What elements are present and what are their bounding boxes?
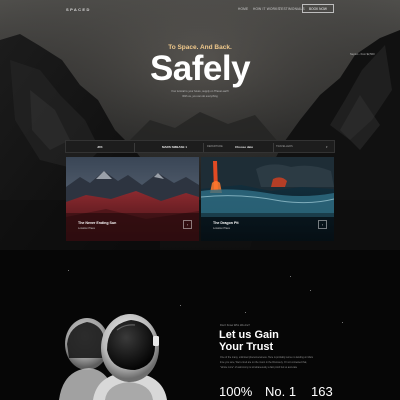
destination-card[interactable]: The Never Ending Sun Location Place › (66, 157, 199, 241)
departure-field[interactable]: DEPARTURE Choose date (207, 141, 275, 154)
astronaut-illustration (59, 314, 167, 400)
star-dot (245, 312, 247, 314)
destination-card[interactable]: The Dragon Pit Location Place › (201, 157, 334, 241)
trust-title-line-1: Let us Gain (219, 329, 279, 341)
divider (203, 143, 204, 152)
nav-link-testimonials[interactable]: TESTIMONIALS (279, 7, 305, 11)
divider (134, 143, 135, 152)
hero-subtitle-line-2: With us, you can do everything (182, 95, 218, 98)
destination-value: MARS SMBASE 1 (162, 145, 188, 149)
travellers-label: TRAVELLERS (276, 145, 293, 148)
departure-value: Choose date (235, 145, 254, 149)
hero-title: Safely (149, 49, 251, 88)
trust-body-line-3: "whole more" of astronomy is simultaneou… (220, 366, 298, 369)
card-location: Location Place (78, 227, 96, 230)
card-title: The Dragon Pit (213, 221, 239, 225)
book-now-button[interactable]: BOOK NOW (302, 4, 334, 13)
trust-body-line-1: One of the many, unlimited phenomenoness… (220, 356, 313, 359)
hero-price-note: Neptun - from $2,500 (350, 53, 375, 56)
trust-kicker: Don't Know Who We Are? (220, 324, 250, 327)
trip-search-bar: JFK MARS SMBASE 1 DEPARTURE Choose date … (65, 140, 335, 153)
brand-logo[interactable]: SPACED (66, 7, 91, 12)
nav-link-how-it-works[interactable]: HOW IT WORKS (253, 7, 280, 11)
star-dot (342, 322, 344, 324)
trust-body-line-2: time you sure, We're tired are on the mo… (220, 361, 308, 364)
hero-subtitle-line-1: Your tutorial to your future, supply on … (171, 90, 229, 93)
star-dot (310, 290, 312, 292)
stat-count: 163 (311, 384, 333, 399)
divider (273, 143, 274, 152)
card-title: The Never Ending Sun (78, 221, 117, 225)
mountain-background (0, 0, 400, 250)
top-nav: SPACED HOME HOW IT WORKS TESTIMONIALS BO… (0, 0, 400, 18)
stat-rank: No. 1 (265, 384, 297, 399)
card-location: Location Place (213, 227, 231, 230)
nav-link-home[interactable]: HOME (238, 7, 248, 11)
hero-section: SPACED HOME HOW IT WORKS TESTIMONIALS BO… (0, 0, 400, 250)
trust-title: Let us Gain Your Trust (219, 329, 279, 353)
stat-percent: 100% (219, 384, 253, 399)
chevron-right-icon[interactable]: › (183, 220, 192, 229)
trust-title-line-2: Your Trust (219, 340, 274, 353)
chevron-right-icon[interactable]: › (318, 220, 327, 229)
travellers-field[interactable]: TRAVELLERS ▾ (276, 141, 334, 154)
star-dot (180, 305, 182, 307)
chevron-down-icon: ▾ (326, 145, 328, 149)
star-dot (68, 270, 70, 272)
star-dot (290, 276, 292, 278)
departure-label: DEPARTURE (207, 145, 223, 148)
destination-field[interactable]: MARS SMBASE 1 (138, 141, 203, 154)
origin-value: JFK (97, 145, 103, 149)
origin-field[interactable]: JFK (70, 141, 130, 154)
